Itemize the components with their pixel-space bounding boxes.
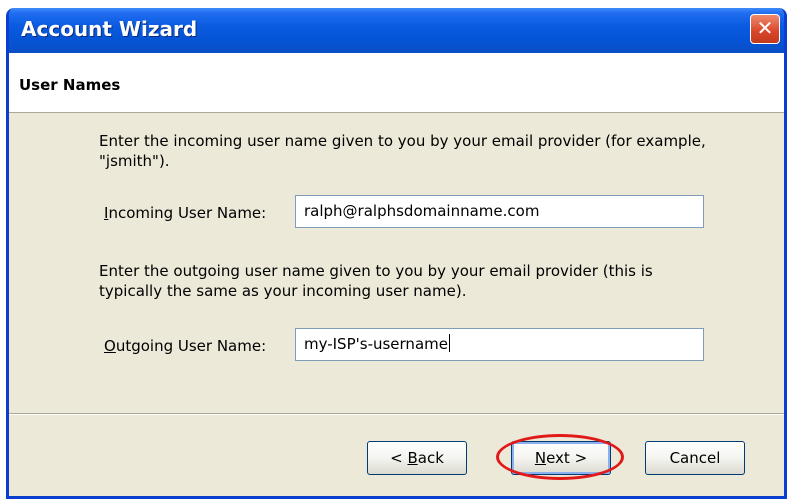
cancel-button[interactable]: Cancel (645, 441, 745, 475)
cancel-label: Cancel (669, 449, 721, 467)
outgoing-username-value: my-ISP's-username (304, 335, 448, 353)
outgoing-label-text: utgoing User Name: (115, 337, 267, 355)
window-title: Account Wizard (21, 17, 198, 41)
outgoing-username-label: Outgoing User Name: (104, 337, 266, 355)
incoming-username-field[interactable]: ralph@ralphsdomainname.com (295, 195, 704, 228)
outgoing-label-accelerator: O (104, 337, 116, 355)
back-label: ack (417, 449, 444, 467)
button-separator (9, 413, 784, 415)
outgoing-username-field[interactable]: my-ISP's-username (295, 328, 704, 361)
next-button-highlight (496, 434, 624, 480)
incoming-username-value: ralph@ralphsdomainname.com (304, 202, 540, 220)
wizard-header: User Names (9, 53, 784, 113)
back-prefix: < (390, 449, 408, 467)
incoming-username-label: Incoming User Name: (104, 204, 266, 222)
back-button[interactable]: < Back (367, 441, 467, 475)
text-caret (448, 334, 450, 352)
page-heading: User Names (19, 76, 121, 94)
close-button[interactable]: ✕ (750, 14, 780, 44)
incoming-instruction: Enter the incoming user name given to yo… (99, 132, 706, 170)
title-bar[interactable]: Account Wizard ✕ (9, 8, 784, 53)
close-icon: ✕ (756, 16, 774, 40)
incoming-label-text: ncoming User Name: (108, 204, 267, 222)
back-accelerator: B (407, 449, 418, 467)
outgoing-instruction: Enter the outgoing user name given to yo… (99, 262, 653, 300)
account-wizard-window: Account Wizard ✕ User Names Enter the in… (6, 8, 787, 499)
